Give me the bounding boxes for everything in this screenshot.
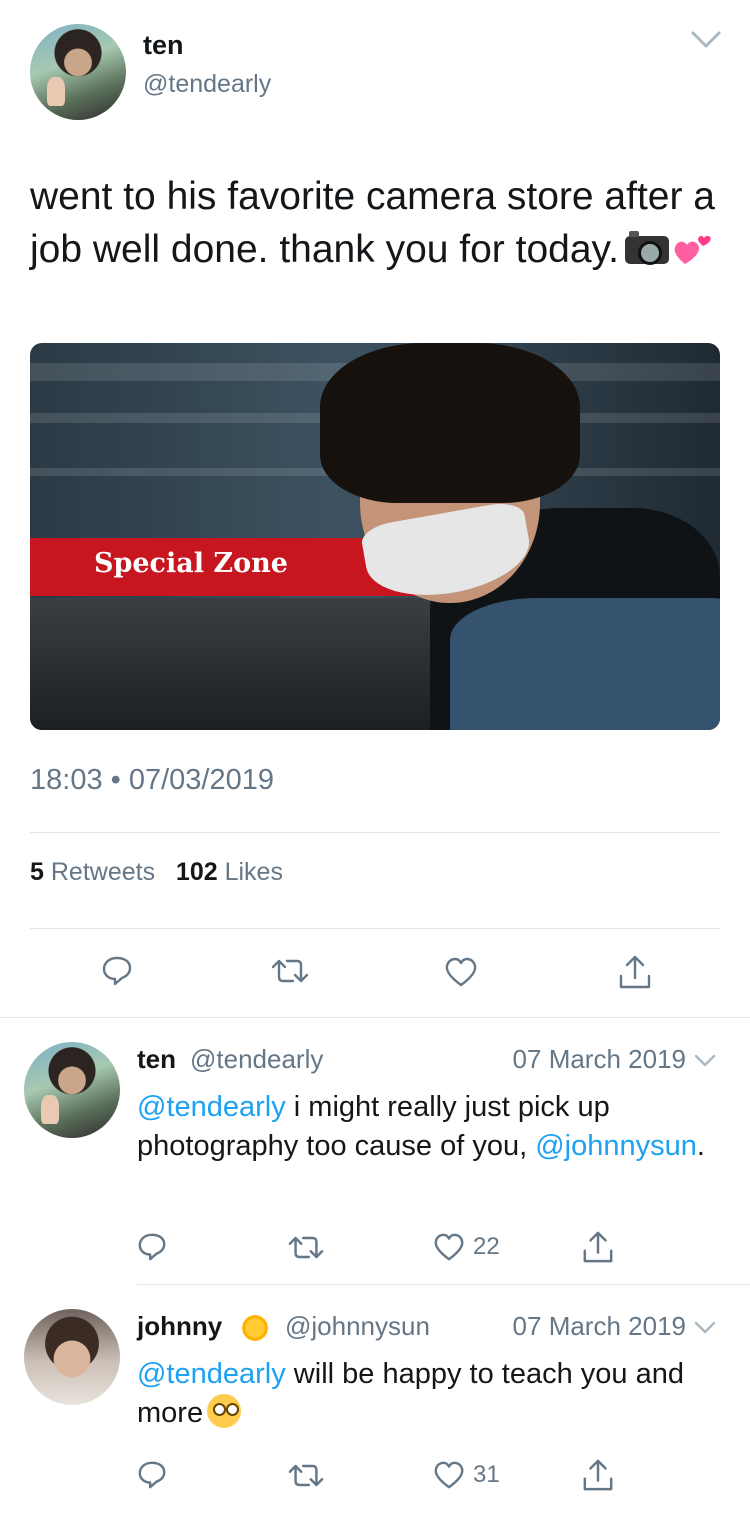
likes-stat[interactable]: 102 Likes [176, 858, 283, 886]
photo-person-hair [320, 343, 580, 503]
tweet-date: 07 March 2019 [512, 1311, 686, 1341]
author-handle[interactable]: @tendearly [143, 70, 271, 99]
main-tweet: ten @tendearly went to his favorite came… [0, 0, 750, 1017]
reply-icon[interactable] [137, 1460, 167, 1490]
tweet-text-body: went to his favorite camera store after … [30, 175, 715, 271]
author-name[interactable]: johnny [137, 1311, 222, 1342]
divider [30, 832, 720, 833]
reply-icon[interactable] [137, 1232, 167, 1262]
tweet-stats: 5 Retweets 102 Likes [30, 858, 283, 887]
flushed-face-icon [207, 1394, 242, 1428]
reply-tweet[interactable]: ten @tendearly 07 March 2019 @tendearly … [0, 1018, 750, 1284]
photo-person-jacket [450, 598, 720, 730]
retweets-label: Retweets [50, 858, 156, 886]
like-count: 31 [473, 1461, 500, 1488]
like-icon[interactable] [433, 1460, 465, 1490]
like-icon[interactable] [433, 1232, 465, 1262]
reply-tweet[interactable]: johnny @johnnysun 07 March 2019 @tendear… [0, 1285, 750, 1515]
share-icon[interactable] [618, 954, 652, 990]
avatar[interactable] [24, 1042, 120, 1138]
retweets-count: 5 [30, 858, 44, 886]
mention-link[interactable]: @tendearly [137, 1091, 286, 1123]
likes-count: 102 [175, 858, 218, 886]
photo-banner-text: Special Zone [94, 548, 288, 579]
retweet-icon[interactable] [288, 1234, 324, 1261]
two-hearts-icon [674, 235, 711, 264]
likes-label: Likes [224, 858, 283, 886]
like-icon[interactable] [444, 956, 478, 988]
sun-with-face-icon [240, 1313, 270, 1343]
chevron-down-icon[interactable] [690, 30, 722, 50]
avatar[interactable] [24, 1309, 120, 1405]
chevron-down-icon[interactable] [694, 1054, 716, 1068]
author-name[interactable]: ten [143, 30, 184, 61]
like-count: 22 [473, 1233, 500, 1260]
retweets-stat[interactable]: 5 Retweets [30, 858, 155, 886]
retweet-icon[interactable] [271, 957, 309, 985]
reply-text-end: . [696, 1130, 705, 1162]
share-icon[interactable] [582, 1230, 614, 1264]
divider [30, 928, 720, 929]
chevron-down-icon[interactable] [694, 1321, 716, 1335]
author-handle[interactable]: @johnnysun [285, 1311, 430, 1342]
tweet-photo[interactable]: Special Zone [30, 343, 720, 730]
reply-text: @tendearly i might really just pick up p… [137, 1088, 727, 1166]
author-name[interactable]: ten [137, 1044, 176, 1075]
tweet-date: 07 March 2019 [512, 1044, 686, 1074]
photo-camera-shelf [30, 598, 450, 730]
mention-link[interactable]: @johnnysun [535, 1130, 697, 1162]
author-handle[interactable]: @tendearly [190, 1044, 323, 1075]
tweet-timestamp: 18:03 • 07/03/2019 [30, 764, 274, 796]
tweet-text: went to his favorite camera store after … [30, 170, 720, 276]
share-icon[interactable] [582, 1458, 614, 1492]
avatar[interactable] [30, 24, 126, 120]
mention-link[interactable]: @tendearly [137, 1358, 286, 1390]
retweet-icon[interactable] [288, 1462, 324, 1489]
camera-with-flash-icon [624, 231, 669, 265]
reply-icon[interactable] [101, 955, 133, 987]
reply-text: @tendearly will be happy to teach you an… [137, 1355, 727, 1433]
